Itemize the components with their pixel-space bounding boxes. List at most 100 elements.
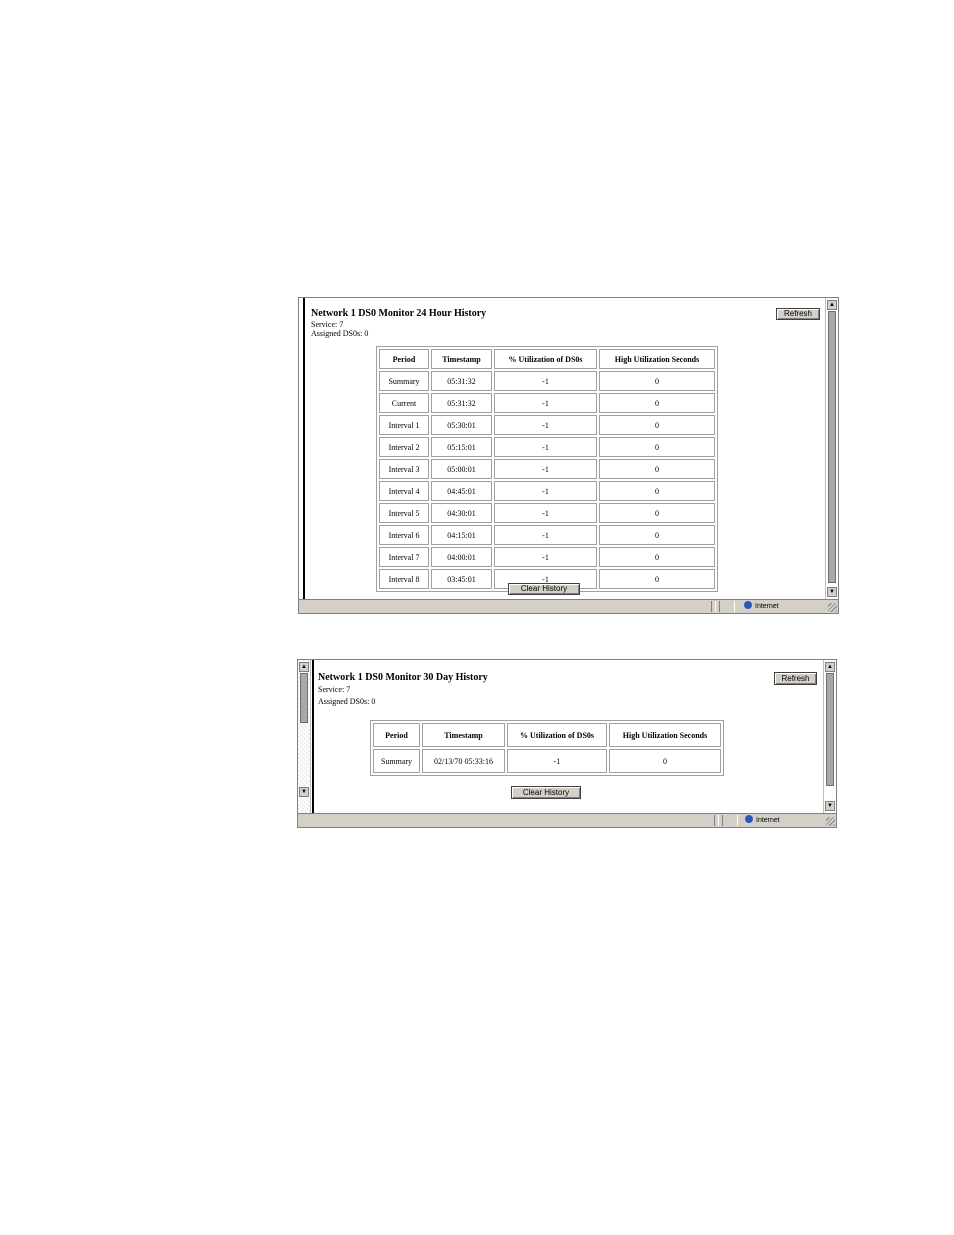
scroll-thumb[interactable] — [826, 673, 834, 786]
timestamp-cell: 05:00:01 — [431, 459, 492, 479]
column-header: High Utilization Seconds — [609, 723, 721, 747]
timestamp-cell: 05:31:32 — [431, 393, 492, 413]
timestamp-cell: 02/13/70 05:33:16 — [422, 749, 505, 773]
timestamp-cell: 05:30:01 — [431, 415, 492, 435]
globe-icon — [745, 815, 753, 823]
table-row: Interval 4 04:45:01 -1 0 — [379, 481, 715, 501]
high-utilization-seconds-cell: 0 — [599, 547, 715, 567]
timestamp-cell: 05:15:01 — [431, 437, 492, 457]
zone-label: Internet — [756, 817, 780, 824]
period-cell: Interval 7 — [379, 547, 429, 567]
status-pane — [714, 815, 719, 826]
utilization-cell: -1 — [494, 547, 597, 567]
period-cell: Interval 8 — [379, 569, 429, 589]
utilization-cell: -1 — [494, 393, 597, 413]
period-cell: Summary — [373, 749, 420, 773]
vertical-scrollbar[interactable]: ▲ ▼ — [823, 660, 836, 813]
column-header: Period — [379, 349, 429, 369]
timestamp-cell: 04:15:01 — [431, 525, 492, 545]
resize-grip-icon[interactable] — [826, 817, 835, 826]
page-title: Network 1 DS0 Monitor 30 Day History — [318, 672, 488, 683]
history-table: Period Timestamp % Utilization of DS0s H… — [376, 346, 718, 592]
clear-history-button[interactable]: Clear History — [508, 583, 580, 595]
status-pane — [722, 815, 738, 826]
clear-history-button[interactable]: Clear History — [511, 786, 581, 799]
table-row: Summary 02/13/70 05:33:16 -1 0 — [373, 749, 721, 773]
scroll-down-arrow-icon[interactable]: ▼ — [299, 787, 309, 797]
high-utilization-seconds-cell: 0 — [609, 749, 721, 773]
vertical-scrollbar[interactable]: ▲ ▼ — [825, 298, 838, 599]
table-row: Interval 5 04:30:01 -1 0 — [379, 503, 715, 523]
period-cell: Current — [379, 393, 429, 413]
refresh-button[interactable]: Refresh — [774, 672, 817, 685]
service-text: Service: 7 — [311, 320, 344, 329]
high-utilization-seconds-cell: 0 — [599, 437, 715, 457]
browser-window-24h: Network 1 DS0 Monitor 24 Hour History Se… — [298, 297, 839, 614]
utilization-cell: -1 — [507, 749, 607, 773]
table-header-row: Period Timestamp % Utilization of DS0s H… — [379, 349, 715, 369]
utilization-cell: -1 — [494, 481, 597, 501]
table-row: Interval 1 05:30:01 -1 0 — [379, 415, 715, 435]
scroll-thumb[interactable] — [300, 673, 308, 723]
left-scrollbar[interactable]: ▲ ▼ — [298, 660, 311, 813]
period-cell: Interval 2 — [379, 437, 429, 457]
high-utilization-seconds-cell: 0 — [599, 503, 715, 523]
page-title: Network 1 DS0 Monitor 24 Hour History — [311, 308, 487, 319]
scroll-thumb[interactable] — [828, 311, 836, 583]
history-table: Period Timestamp % Utilization of DS0s H… — [370, 720, 724, 776]
globe-icon — [744, 601, 752, 609]
scroll-up-arrow-icon[interactable]: ▲ — [827, 300, 837, 310]
period-cell: Interval 6 — [379, 525, 429, 545]
scroll-down-arrow-icon[interactable]: ▼ — [825, 801, 835, 811]
status-pane — [719, 601, 735, 612]
zone-label: Internet — [755, 603, 779, 610]
table-row: Summary 05:31:32 -1 0 — [379, 371, 715, 391]
resize-grip-icon[interactable] — [828, 603, 837, 612]
period-cell: Summary — [379, 371, 429, 391]
page-content: Network 1 DS0 Monitor 30 Day History Ser… — [312, 660, 823, 813]
high-utilization-seconds-cell: 0 — [599, 415, 715, 435]
refresh-button[interactable]: Refresh — [776, 308, 820, 320]
scroll-up-arrow-icon[interactable]: ▲ — [825, 662, 835, 672]
utilization-cell: -1 — [494, 415, 597, 435]
table-header-row: Period Timestamp % Utilization of DS0s H… — [373, 723, 721, 747]
column-header: % Utilization of DS0s — [494, 349, 597, 369]
period-cell: Interval 5 — [379, 503, 429, 523]
timestamp-cell: 05:31:32 — [431, 371, 492, 391]
table-row: Interval 6 04:15:01 -1 0 — [379, 525, 715, 545]
browser-window-30d: ▲ ▼ Network 1 DS0 Monitor 30 Day History… — [297, 659, 837, 828]
timestamp-cell: 04:00:01 — [431, 547, 492, 567]
table-row: Interval 3 05:00:01 -1 0 — [379, 459, 715, 479]
high-utilization-seconds-cell: 0 — [599, 481, 715, 501]
column-header: High Utilization Seconds — [599, 349, 715, 369]
period-cell: Interval 4 — [379, 481, 429, 501]
service-text: Service: 7 — [318, 685, 351, 694]
table-row: Interval 7 04:00:01 -1 0 — [379, 547, 715, 567]
high-utilization-seconds-cell: 0 — [599, 393, 715, 413]
assigned-ds0s-text: Assigned DS0s: 0 — [318, 697, 376, 706]
status-pane — [711, 601, 716, 612]
table-row: Interval 2 05:15:01 -1 0 — [379, 437, 715, 457]
column-header: % Utilization of DS0s — [507, 723, 607, 747]
high-utilization-seconds-cell: 0 — [599, 525, 715, 545]
scroll-up-arrow-icon[interactable]: ▲ — [299, 662, 309, 672]
column-header: Period — [373, 723, 420, 747]
utilization-cell: -1 — [494, 503, 597, 523]
high-utilization-seconds-cell: 0 — [599, 569, 715, 589]
high-utilization-seconds-cell: 0 — [599, 371, 715, 391]
period-cell: Interval 1 — [379, 415, 429, 435]
column-header: Timestamp — [422, 723, 505, 747]
status-bar: Internet — [298, 813, 836, 827]
table-row: Current 05:31:32 -1 0 — [379, 393, 715, 413]
high-utilization-seconds-cell: 0 — [599, 459, 715, 479]
column-header: Timestamp — [431, 349, 492, 369]
security-zone: Internet — [744, 601, 779, 612]
assigned-ds0s-text: Assigned DS0s: 0 — [311, 329, 369, 338]
page-content: Network 1 DS0 Monitor 24 Hour History Se… — [303, 298, 825, 599]
timestamp-cell: 03:45:01 — [431, 569, 492, 589]
utilization-cell: -1 — [494, 371, 597, 391]
utilization-cell: -1 — [494, 525, 597, 545]
status-bar: Internet — [299, 599, 838, 613]
scroll-down-arrow-icon[interactable]: ▼ — [827, 587, 837, 597]
left-scroll-track[interactable]: ▲ ▼ — [298, 660, 310, 799]
